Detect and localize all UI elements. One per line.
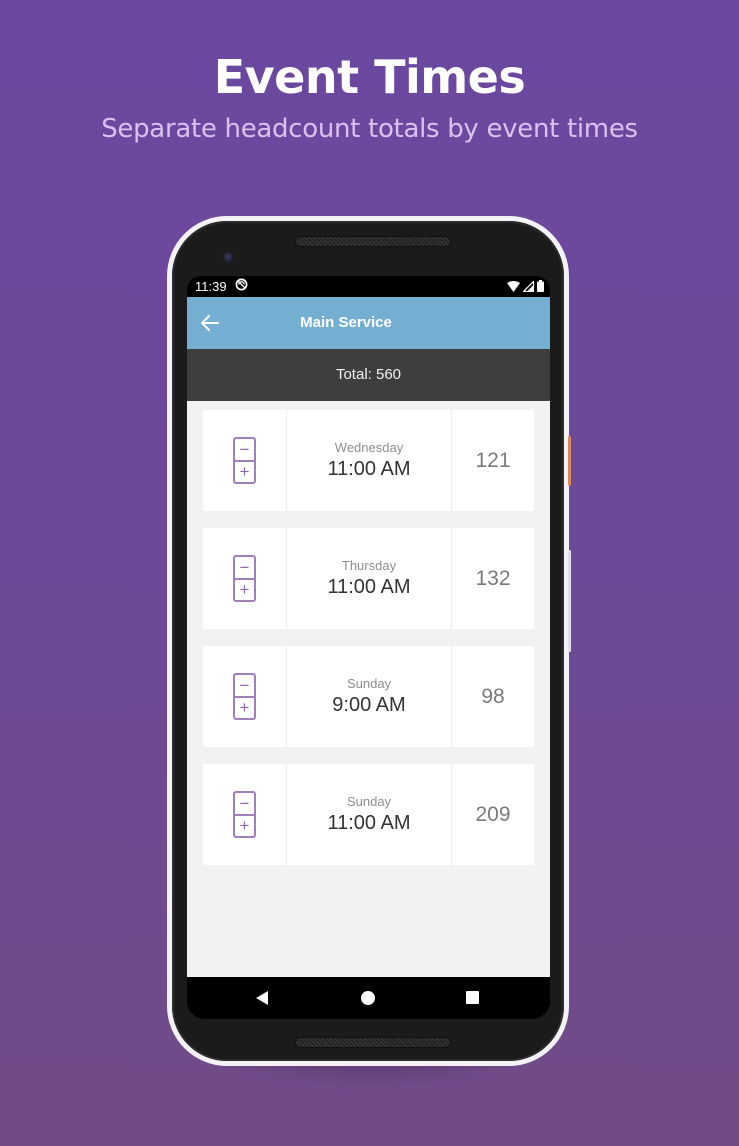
promo-headline: Event Times — [213, 50, 526, 104]
nav-recents-icon[interactable] — [466, 991, 479, 1004]
headcount-stepper: − + — [233, 791, 256, 838]
event-count: 132 — [475, 566, 511, 590]
app-bar: Main Service — [187, 297, 550, 349]
promo-subheadline: Separate headcount totals by event times — [101, 114, 638, 144]
system-nav-bar — [187, 977, 550, 1019]
earpiece-speaker — [296, 237, 450, 246]
event-day: Sunday — [346, 676, 392, 691]
decrement-button[interactable]: − — [235, 439, 254, 462]
event-count: 121 — [475, 448, 511, 472]
event-count: 209 — [475, 802, 511, 826]
wifi-icon — [507, 280, 520, 292]
event-count: 98 — [481, 684, 505, 708]
sync-icon — [235, 278, 248, 291]
signal-icon — [523, 280, 534, 292]
bottom-speaker — [296, 1038, 450, 1047]
increment-button[interactable]: + — [235, 698, 254, 719]
event-time: 11:00 AM — [327, 458, 411, 480]
event-time: 11:00 AM — [327, 576, 411, 598]
battery-icon — [537, 280, 544, 292]
increment-button[interactable]: + — [235, 462, 254, 483]
headcount-stepper: − + — [233, 673, 256, 720]
headcount-stepper: − + — [233, 555, 256, 602]
phone-screen: 11:39 Main Service Total: 560 − + Wednes… — [187, 276, 550, 1019]
front-camera — [222, 251, 234, 263]
stepper-cell: − + — [203, 764, 287, 865]
status-icons — [507, 280, 544, 292]
event-time-cell[interactable]: Wednesday 11:00 AM — [287, 410, 452, 511]
event-time-cell[interactable]: Sunday 9:00 AM — [287, 646, 452, 747]
event-card: − + Thursday 11:00 AM 132 — [203, 528, 534, 629]
event-time: 9:00 AM — [332, 694, 406, 716]
headcount-stepper: − + — [233, 437, 256, 484]
status-time: 11:39 — [195, 279, 227, 294]
stepper-cell: − + — [203, 528, 287, 629]
event-time: 11:00 AM — [327, 812, 411, 834]
event-day: Wednesday — [334, 440, 404, 455]
stepper-cell: − + — [203, 410, 287, 511]
nav-home-icon[interactable] — [361, 991, 375, 1005]
event-time-cell[interactable]: Thursday 11:00 AM — [287, 528, 452, 629]
event-list: − + Wednesday 11:00 AM 121 − + Thursday … — [187, 401, 550, 977]
event-day: Thursday — [341, 558, 397, 573]
decrement-button[interactable]: − — [235, 557, 254, 580]
event-day: Sunday — [346, 794, 392, 809]
page-title: Main Service — [300, 314, 392, 331]
status-bar: 11:39 — [187, 276, 550, 297]
power-button — [568, 436, 571, 486]
event-card: − + Wednesday 11:00 AM 121 — [203, 410, 534, 511]
nav-back-icon[interactable] — [256, 991, 268, 1005]
event-card: − + Sunday 11:00 AM 209 — [203, 764, 534, 865]
event-time-cell[interactable]: Sunday 11:00 AM — [287, 764, 452, 865]
increment-button[interactable]: + — [235, 580, 254, 601]
total-headcount: Total: 560 — [187, 349, 550, 401]
volume-button — [568, 550, 571, 652]
increment-button[interactable]: + — [235, 816, 254, 837]
decrement-button[interactable]: − — [235, 675, 254, 698]
stepper-cell: − + — [203, 646, 287, 747]
decrement-button[interactable]: − — [235, 793, 254, 816]
event-card: − + Sunday 9:00 AM 98 — [203, 646, 534, 747]
